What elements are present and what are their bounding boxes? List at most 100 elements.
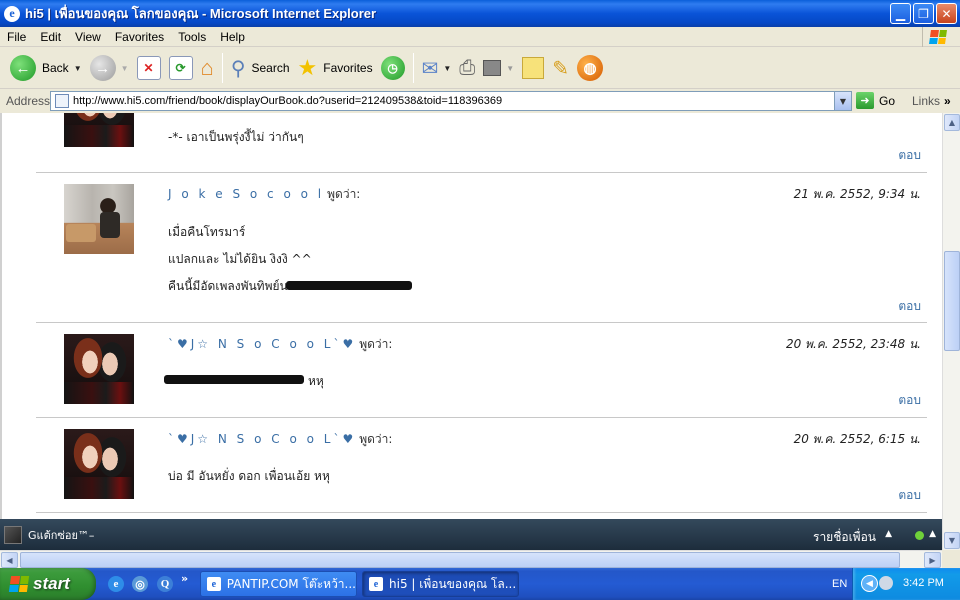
menu-favorites[interactable]: Favorites bbox=[108, 30, 171, 44]
friend-avatar[interactable] bbox=[4, 525, 22, 544]
address-dropdown-icon[interactable]: ▼ bbox=[834, 92, 851, 110]
horizontal-scroll-thumb[interactable] bbox=[20, 552, 900, 568]
taskbar-item-pantip[interactable]: e PANTIP.COM โต๊ะหว้า... bbox=[200, 571, 357, 597]
mail-button[interactable]: ✉ ▼ bbox=[418, 51, 456, 85]
avatar[interactable] bbox=[64, 184, 134, 254]
friend-list-arrow-icon[interactable]: ▲ bbox=[885, 529, 892, 539]
print-button[interactable]: ⎙ bbox=[455, 51, 479, 85]
discuss-button[interactable] bbox=[518, 51, 548, 85]
scroll-left-button[interactable]: ◀ bbox=[1, 552, 18, 568]
author-name[interactable]: J o k e S o c o o l bbox=[168, 187, 324, 201]
reply-link[interactable]: ตอบ bbox=[898, 391, 921, 410]
research-icon: ◍ bbox=[576, 55, 603, 81]
messenger-button[interactable]: ✎ bbox=[548, 51, 573, 85]
refresh-icon: ⟳ bbox=[168, 56, 193, 80]
mail-dropdown-icon[interactable]: ▼ bbox=[443, 64, 451, 73]
tray-app-icon[interactable] bbox=[879, 576, 893, 590]
scroll-up-button[interactable]: ▲ bbox=[944, 114, 960, 131]
address-input[interactable]: http://www.hi5.com/friend/book/displayOu… bbox=[50, 91, 852, 111]
edit-dropdown-icon[interactable]: ▼ bbox=[506, 64, 514, 73]
entry-message: เมื่อคืนโทรมาร์ bbox=[168, 225, 246, 239]
taskbar-item-hi5[interactable]: e hi5 | เพื่อนของคุณ โล... bbox=[362, 571, 519, 597]
online-status-icon[interactable] bbox=[915, 531, 924, 540]
friend-name[interactable]: Gแต้กซ่อย™– bbox=[28, 526, 94, 544]
research-button[interactable]: ◍ bbox=[573, 51, 607, 85]
entry-author[interactable]: `♥J☆ N S o C o o L`♥ พูดว่า: bbox=[168, 430, 392, 449]
vertical-scrollbar[interactable]: ▲ ▼ bbox=[942, 113, 960, 550]
avatar[interactable] bbox=[64, 113, 134, 147]
chrome-quicklaunch-icon[interactable]: ◎ bbox=[132, 576, 148, 592]
avatar[interactable] bbox=[64, 334, 134, 404]
search-button[interactable]: ⚲ Search bbox=[227, 51, 294, 85]
reply-link[interactable]: ตอบ bbox=[898, 486, 921, 505]
edit-button[interactable]: ▼ bbox=[479, 51, 518, 85]
toolbar: ← Back ▼ → ▼ ✕ ⟳ ⌂ ⚲ Search ★ Favorites … bbox=[0, 48, 960, 89]
favorites-button[interactable]: ★ Favorites bbox=[294, 51, 377, 85]
quicklaunch-chevron-icon[interactable]: » bbox=[181, 572, 188, 585]
menu-edit[interactable]: Edit bbox=[33, 30, 68, 44]
refresh-button[interactable]: ⟳ bbox=[165, 51, 197, 85]
entry-author[interactable]: J o k e S o c o o l พูดว่า: bbox=[168, 185, 360, 204]
avatar[interactable] bbox=[64, 429, 134, 499]
stop-icon: ✕ bbox=[136, 56, 161, 80]
ie-quicklaunch-icon[interactable]: e bbox=[108, 576, 124, 592]
entry-message: บ่อ มี อันหยั่ง ดอก เพื่อนเอ้ย หหุ bbox=[168, 469, 330, 483]
title-bar[interactable]: e hi5 | เพื่อนของคุณ โลกของคุณ - Microso… bbox=[0, 0, 960, 27]
ie-icon: e bbox=[4, 5, 20, 22]
page-content: -*- เอาเป็นพรุ่งงี้ไม่ ว่ากันๆ ตอบ J o k… bbox=[0, 113, 942, 519]
links-button[interactable]: Links» bbox=[912, 94, 951, 108]
scroll-down-button[interactable]: ▼ bbox=[944, 532, 960, 549]
status-arrow-icon[interactable]: ▲ bbox=[929, 529, 936, 539]
forward-dropdown-icon[interactable]: ▼ bbox=[121, 64, 129, 73]
menu-tools[interactable]: Tools bbox=[171, 30, 213, 44]
history-button[interactable]: ◷ bbox=[377, 51, 409, 85]
menu-file[interactable]: File bbox=[0, 30, 33, 44]
address-url[interactable]: http://www.hi5.com/friend/book/displayOu… bbox=[73, 95, 502, 107]
scroll-right-button[interactable]: ▶ bbox=[924, 552, 941, 568]
back-button[interactable]: ← Back ▼ bbox=[6, 51, 86, 85]
windows-logo-icon bbox=[8, 576, 30, 592]
home-button[interactable]: ⌂ bbox=[197, 51, 218, 85]
horizontal-scrollbar[interactable]: ◀ ▶ bbox=[0, 550, 942, 568]
author-name[interactable]: `♥J☆ N S o C o o L`♥ bbox=[168, 432, 356, 446]
minimize-button[interactable]: ▁ bbox=[890, 3, 911, 24]
guestbook-entry: -*- เอาเป็นพรุ่งงี้ไม่ ว่ากันๆ ตอบ bbox=[36, 113, 927, 173]
go-button[interactable]: ➜ Go bbox=[856, 92, 895, 109]
clock[interactable]: 3:42 PM bbox=[903, 577, 944, 589]
guestbook-entry: `♥J☆ N S o C o o L`♥ พูดว่า: 20 พ.ค. 2552… bbox=[36, 418, 927, 513]
close-button[interactable]: ✕ bbox=[936, 3, 957, 24]
author-name[interactable]: `♥J☆ N S o C o o L`♥ bbox=[168, 337, 356, 351]
window-title: hi5 | เพื่อนของคุณ โลกของคุณ - Microsoft… bbox=[25, 6, 377, 21]
guestbook-entry: `♥J☆ N S o C o o L`♥ พูดว่า: 20 พ.ค. 2552… bbox=[36, 323, 927, 418]
language-indicator[interactable]: EN bbox=[832, 578, 847, 590]
favorites-label: Favorites bbox=[323, 61, 373, 75]
pen-icon: ✎ bbox=[552, 57, 569, 80]
forward-button[interactable]: → ▼ bbox=[86, 51, 133, 85]
go-arrow-icon: ➜ bbox=[856, 92, 874, 109]
back-label: Back bbox=[42, 61, 69, 75]
search-quicklaunch-icon[interactable]: Q bbox=[157, 576, 173, 592]
entry-message: คืนนี้มีอัดเพลงพันทิพย์นะ bbox=[168, 279, 295, 293]
history-icon: ◷ bbox=[380, 56, 405, 80]
print-icon: ⎙ bbox=[459, 56, 476, 79]
entry-author[interactable]: `♥J☆ N S o C o o L`♥ พูดว่า: bbox=[168, 335, 392, 354]
guestbook-entry: J o k e S o c o o l พูดว่า: 21 พ.ค. 2552,… bbox=[36, 173, 927, 323]
back-dropdown-icon[interactable]: ▼ bbox=[74, 64, 82, 73]
task-label: hi5 | เพื่อนของคุณ โล... bbox=[389, 576, 517, 591]
reply-link[interactable]: ตอบ bbox=[898, 146, 921, 165]
forward-arrow-icon: → bbox=[89, 55, 116, 81]
stop-button[interactable]: ✕ bbox=[133, 51, 165, 85]
scroll-thumb[interactable] bbox=[944, 251, 960, 351]
reply-link[interactable]: ตอบ bbox=[898, 297, 921, 316]
friend-list-button[interactable]: รายชื่อเพื่อน bbox=[813, 528, 876, 547]
links-chevron-icon: » bbox=[944, 94, 951, 108]
menu-help[interactable]: Help bbox=[213, 30, 252, 44]
menu-view[interactable]: View bbox=[68, 30, 108, 44]
address-bar: Address http://www.hi5.com/friend/book/d… bbox=[0, 90, 960, 112]
tray-expand-icon[interactable]: ◀ bbox=[861, 575, 878, 592]
note-icon bbox=[522, 57, 545, 79]
start-label: start bbox=[33, 574, 70, 593]
maximize-button[interactable]: ❐ bbox=[913, 3, 934, 24]
favorites-star-icon: ★ bbox=[297, 55, 318, 80]
start-button[interactable]: start bbox=[0, 568, 96, 600]
